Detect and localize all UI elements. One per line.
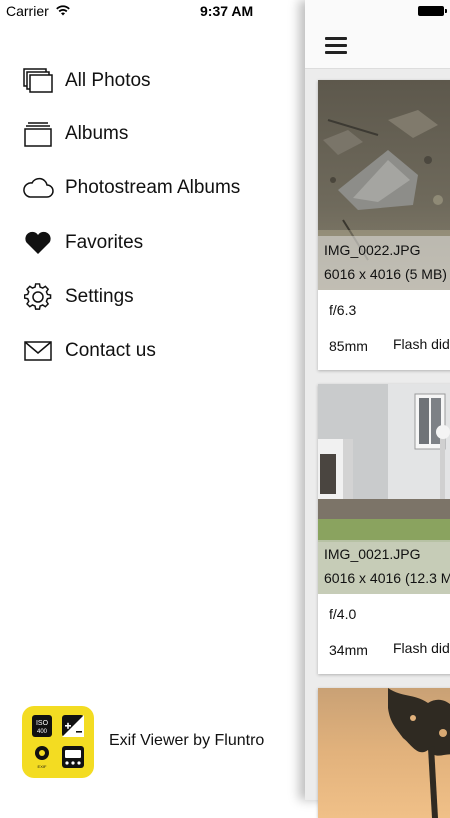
focal-length-value: 85mm (329, 338, 368, 354)
photo-filename: IMG_0021.JPG (324, 546, 421, 562)
menu-label: Favorites (65, 232, 144, 253)
photo-thumbnail[interactable]: IMG_0022.JPG 6016 x 4016 (5 MB) (318, 80, 450, 290)
stacked-photos-icon (22, 65, 54, 97)
menu-item-all-photos[interactable]: All Photos (0, 61, 300, 101)
menu-label: All Photos (65, 70, 151, 91)
logo-iso-value: 400 (37, 729, 48, 735)
aperture-value: f/6.3 (329, 302, 357, 318)
aperture-value: f/4.0 (329, 606, 357, 622)
menu-item-photostream-albums[interactable]: Photostream Albums (0, 168, 300, 208)
menu-item-favorites[interactable]: Favorites (0, 223, 300, 263)
app-logo: ISO 400 EXIF (22, 706, 94, 778)
logo-exif-text: EXIF (38, 764, 47, 769)
menu-item-settings[interactable]: Settings (0, 277, 300, 317)
photo-card[interactable]: IMG_0021.JPG 6016 x 4016 (12.3 M f/4.0 3… (318, 384, 450, 674)
menu-item-contact-us[interactable]: Contact us (0, 331, 300, 371)
clock: 9:37 AM (200, 3, 254, 19)
main-panel: IMG_0022.JPG 6016 x 4016 (5 MB) f/6.3 85… (305, 0, 450, 818)
menu-item-albums[interactable]: Albums (0, 114, 300, 154)
photo-caption: IMG_0021.JPG 6016 x 4016 (12.3 M (318, 540, 450, 594)
photo-dimensions: 6016 x 4016 (12.3 M (324, 570, 450, 586)
status-bar: Carrier 9:37 AM (0, 0, 450, 22)
menu-label: Albums (65, 123, 129, 144)
menu-label: Contact us (65, 340, 156, 361)
envelope-icon (22, 335, 54, 367)
logo-iso-text: ISO (36, 720, 49, 727)
menu-footer: ISO 400 EXIF Exif Viewer by Fluntro (22, 706, 282, 780)
wifi-icon (56, 5, 70, 16)
cloud-icon (22, 172, 54, 204)
app-name: Exif Viewer by Fluntro (109, 732, 265, 749)
gear-icon (22, 281, 54, 313)
flash-value: Flash did (393, 336, 450, 352)
photo-card[interactable]: IMG_0022.JPG 6016 x 4016 (5 MB) f/6.3 85… (318, 80, 450, 370)
heart-icon (22, 227, 54, 259)
menu-label: Photostream Albums (65, 177, 241, 198)
side-menu: All Photos Albums Photostream Albums Fav… (0, 0, 305, 800)
flash-value: Flash did (393, 640, 450, 656)
photo-caption: IMG_0022.JPG 6016 x 4016 (5 MB) (318, 236, 450, 290)
battery-icon (418, 6, 447, 16)
photo-thumbnail[interactable]: IMG_0021.JPG 6016 x 4016 (12.3 M (318, 384, 450, 594)
focal-length-value: 34mm (329, 642, 368, 658)
photo-card[interactable] (318, 688, 450, 818)
hamburger-menu-icon[interactable] (325, 37, 347, 55)
menu-label: Settings (65, 286, 134, 307)
photo-thumbnail[interactable] (318, 688, 450, 818)
carrier-label: Carrier (6, 3, 49, 19)
albums-icon (22, 118, 54, 150)
photo-dimensions: 6016 x 4016 (5 MB) (324, 266, 447, 282)
photo-filename: IMG_0022.JPG (324, 242, 421, 258)
